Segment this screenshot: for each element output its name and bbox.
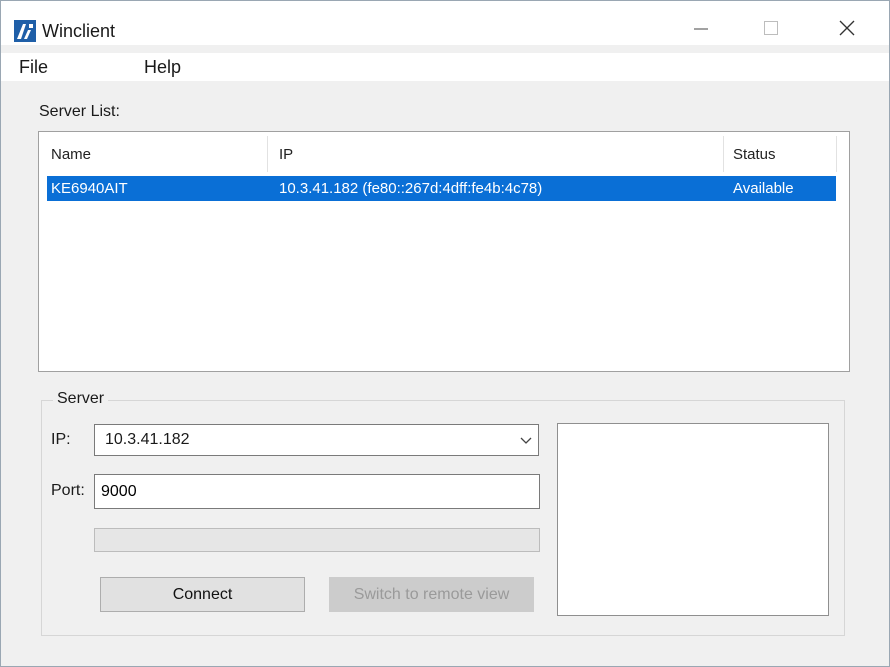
server-list[interactable]: Name IP Status KE6940AIT 10.3.41.182 (fe… bbox=[38, 131, 850, 372]
winclient-logo-icon bbox=[14, 20, 36, 42]
column-header-ip[interactable]: IP bbox=[279, 146, 293, 163]
server-group-label: Server bbox=[53, 390, 109, 408]
chevron-down-icon[interactable] bbox=[520, 434, 532, 446]
port-input[interactable] bbox=[94, 474, 540, 509]
window-title: Winclient bbox=[42, 21, 116, 41]
server-status-cell: Available bbox=[733, 180, 794, 197]
ip-combobox[interactable]: 10.3.41.182 bbox=[94, 424, 539, 456]
menu-file[interactable]: File bbox=[19, 56, 48, 78]
server-list-label: Server List: bbox=[39, 103, 120, 120]
table-row[interactable]: KE6940AIT 10.3.41.182 (fe80::267d:4dff:f… bbox=[47, 176, 836, 201]
app-window: Winclient File Help Server List: Name IP… bbox=[0, 0, 890, 667]
connection-progress-bar bbox=[94, 528, 540, 552]
column-divider[interactable] bbox=[723, 136, 724, 172]
ip-combobox-value: 10.3.41.182 bbox=[105, 431, 190, 448]
menu-bar: File Help bbox=[1, 53, 889, 81]
connect-button[interactable]: Connect bbox=[100, 577, 305, 612]
minimize-button[interactable] bbox=[671, 11, 731, 45]
server-name-cell: KE6940AIT bbox=[51, 180, 128, 197]
maximize-button[interactable] bbox=[741, 11, 801, 45]
title-bar[interactable]: Winclient bbox=[1, 1, 889, 45]
minimize-icon bbox=[694, 28, 708, 30]
column-header-name[interactable]: Name bbox=[51, 146, 91, 163]
switch-to-remote-view-button[interactable]: Switch to remote view bbox=[329, 577, 534, 612]
ip-label: IP: bbox=[51, 431, 71, 448]
close-button[interactable] bbox=[817, 11, 877, 45]
menu-help[interactable]: Help bbox=[144, 56, 181, 78]
server-ip-cell: 10.3.41.182 (fe80::267d:4dff:fe4b:4c78) bbox=[279, 180, 543, 197]
column-divider[interactable] bbox=[836, 136, 837, 172]
column-header-status[interactable]: Status bbox=[733, 146, 776, 163]
close-icon bbox=[839, 20, 855, 36]
port-label: Port: bbox=[51, 482, 85, 499]
server-preview-panel bbox=[557, 423, 829, 616]
column-divider[interactable] bbox=[267, 136, 268, 172]
maximize-icon bbox=[764, 21, 778, 35]
